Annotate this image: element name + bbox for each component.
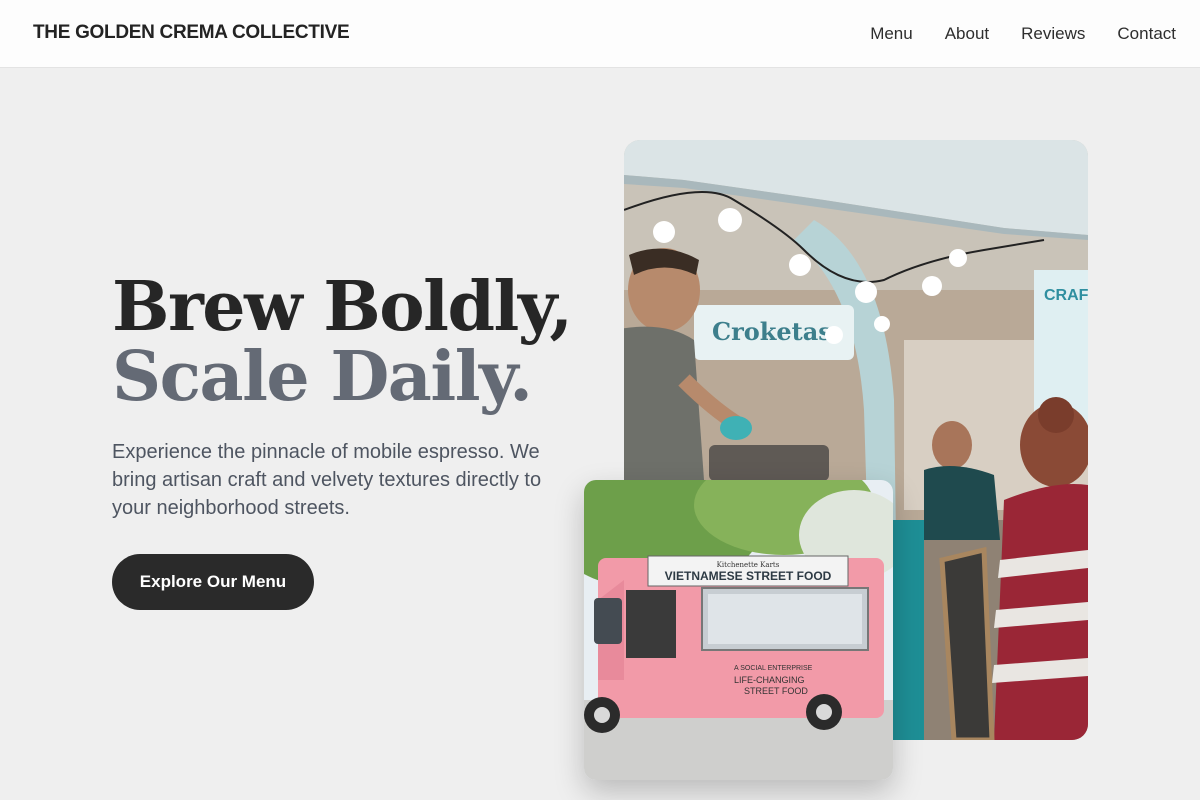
truck-side-text-2: LIFE-CHANGING <box>734 675 805 685</box>
pink-truck-illustration: Kitchenette Karts VIETNAMESE STREET FOOD… <box>584 480 893 780</box>
hero-headline: Brew Boldly, Scale Daily. <box>112 267 573 417</box>
truck-side-text-3: STREET FOOD <box>744 686 808 696</box>
side-sign-text: CRAFT BEER & FOOD <box>1044 287 1088 304</box>
nav-links: Menu About Reviews Contact <box>870 24 1176 44</box>
secondary-image-pink-food-truck: Kitchenette Karts VIETNAMESE STREET FOOD… <box>584 480 893 780</box>
croketas-sign-text: Croketas <box>712 317 832 346</box>
truck-sign-main: VIETNAMESE STREET FOOD <box>665 569 832 583</box>
truck-sign-small: Kitchenette Karts <box>717 561 780 569</box>
truck-side-text-1: A SOCIAL ENTERPRISE <box>734 665 813 672</box>
explore-menu-button[interactable]: Explore Our Menu <box>112 554 314 610</box>
nav-link-menu[interactable]: Menu <box>870 24 913 44</box>
brand-logo[interactable]: THE GOLDEN CREMA COLLECTIVE <box>33 22 350 44</box>
hero-headline-line2: Scale Daily. <box>112 337 533 417</box>
hero-headline-line1: Brew Boldly, <box>112 267 573 347</box>
top-nav: THE GOLDEN CREMA COLLECTIVE Menu About R… <box>0 0 1200 68</box>
nav-link-contact[interactable]: Contact <box>1117 24 1176 44</box>
nav-link-about[interactable]: About <box>945 24 989 44</box>
nav-link-reviews[interactable]: Reviews <box>1021 24 1085 44</box>
hero-description: Experience the pinnacle of mobile espres… <box>112 441 542 519</box>
